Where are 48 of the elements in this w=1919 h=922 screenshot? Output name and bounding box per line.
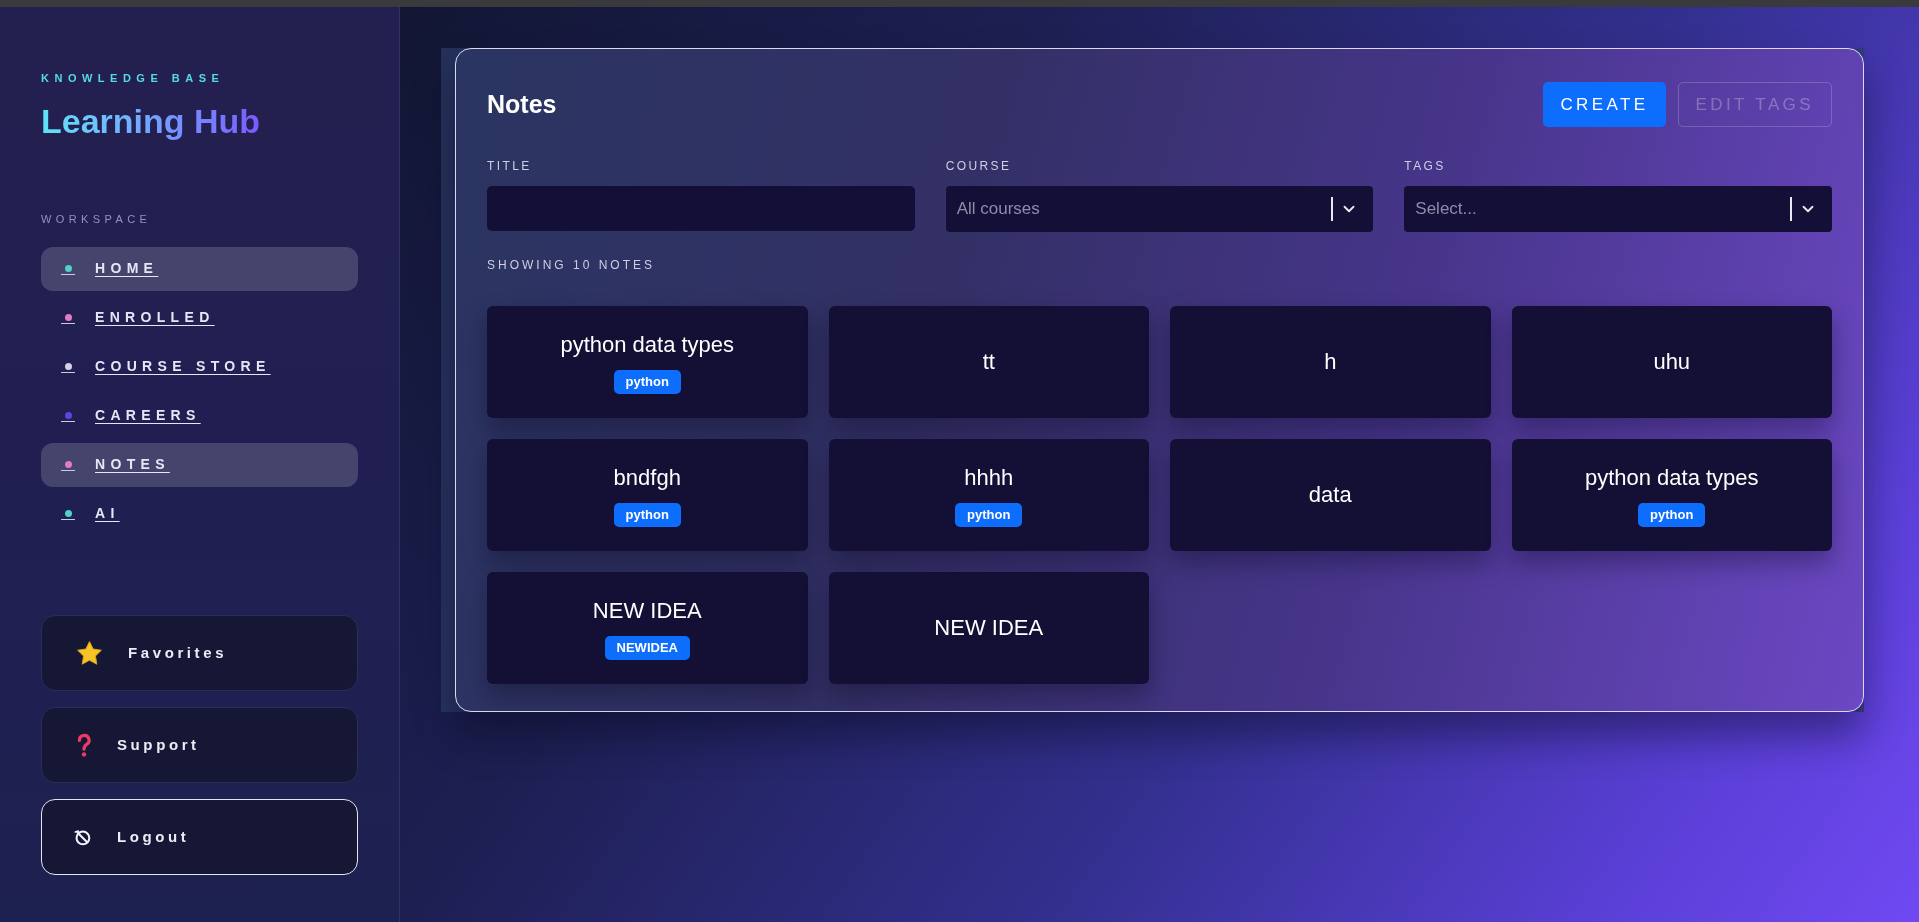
nav-item[interactable]: AI xyxy=(41,491,358,536)
panel-title: Notes xyxy=(487,88,557,120)
note-card[interactable]: data xyxy=(1170,439,1491,551)
note-card[interactable]: python data types python xyxy=(1511,439,1832,551)
logout-button[interactable]: Logout xyxy=(41,799,358,875)
note-tag: python xyxy=(613,369,681,394)
note-tag: python xyxy=(955,502,1023,527)
field-label: TITLE xyxy=(487,159,533,174)
note-title: NEW IDEA xyxy=(934,614,1044,642)
nav-item[interactable]: CAREERS xyxy=(41,393,358,438)
nav-item[interactable]: ENROLLED xyxy=(41,295,358,340)
note-title: bndfgh xyxy=(613,463,681,492)
support-button[interactable]: Support xyxy=(41,707,358,783)
question-mark-icon xyxy=(77,733,91,757)
star-icon xyxy=(77,641,102,665)
note-title: python data types xyxy=(560,330,735,359)
note-title: h xyxy=(1324,348,1337,376)
favorites-button[interactable]: Favorites xyxy=(41,615,358,691)
dropdown-select[interactable]: All courses xyxy=(945,186,1374,232)
note-card[interactable]: python data types python xyxy=(487,306,808,418)
dropdown-select[interactable]: Select... xyxy=(1404,186,1832,232)
note-card[interactable]: h xyxy=(1170,306,1491,418)
field-label: TAGS xyxy=(1404,159,1447,174)
nav-item[interactable]: COURSE STORE xyxy=(41,344,358,389)
nav-item[interactable]: NOTES xyxy=(41,442,358,487)
note-card[interactable]: bndfgh python xyxy=(487,439,808,551)
note-tag: python xyxy=(1638,502,1706,527)
note-title: NEW IDEA xyxy=(592,596,702,625)
action-button[interactable]: CREATE xyxy=(1543,82,1666,127)
note-title: tt xyxy=(982,348,995,376)
note-card[interactable]: tt xyxy=(828,306,1149,418)
note-card[interactable]: uhu xyxy=(1511,306,1832,418)
text-input[interactable] xyxy=(487,186,915,231)
section-label: WORKSPACE xyxy=(41,213,153,225)
field-label: COURSE xyxy=(945,159,1013,174)
note-card[interactable]: NEW IDEA xyxy=(828,572,1149,684)
notes-count: SHOWING 10 NOTES xyxy=(487,258,657,273)
note-title: hhhh xyxy=(964,463,1014,492)
circle-slash-icon xyxy=(74,828,91,846)
note-card[interactable]: hhhh python xyxy=(828,439,1149,551)
note-title: uhu xyxy=(1653,348,1691,376)
note-tag: NEWIDEA xyxy=(604,635,690,660)
note-title: python data types xyxy=(1584,463,1759,492)
note-title: data xyxy=(1308,481,1352,509)
nav-item[interactable]: HOME xyxy=(41,246,358,291)
sidebar-eyebrow: KNOWLEDGE BASE xyxy=(41,73,226,84)
note-card[interactable]: NEW IDEA NEWIDEA xyxy=(487,572,808,684)
note-tag: python xyxy=(613,502,681,527)
